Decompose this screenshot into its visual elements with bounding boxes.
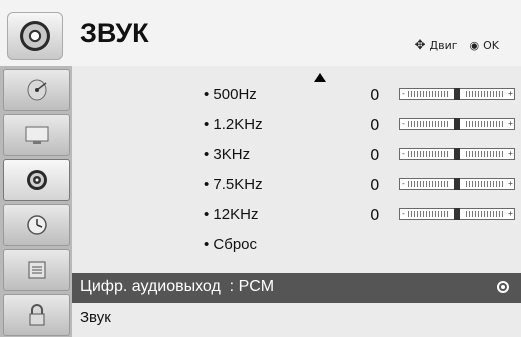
- sidebar-item-channels[interactable]: [3, 69, 70, 111]
- slider-minus-label: -: [401, 209, 406, 218]
- ok-dot-icon: ◉: [469, 39, 480, 52]
- eq-band-label: • 12KHz: [204, 206, 259, 223]
- page-title: ЗВУК: [80, 18, 149, 48]
- move-arrows-icon: ✥: [414, 38, 426, 53]
- eq-reset-label: • Сброс: [204, 236, 258, 253]
- speaker-icon: [26, 170, 47, 190]
- eq-band-row[interactable]: • 1.2KHz 0 - +: [72, 110, 521, 140]
- menu-item-sound[interactable]: Звук: [72, 303, 521, 337]
- eq-band-row[interactable]: • 3KHz 0 - +: [72, 140, 521, 170]
- slider-knob[interactable]: [454, 148, 460, 160]
- slider-minus-label: -: [401, 89, 406, 98]
- slider-knob[interactable]: [454, 88, 460, 100]
- sidebar-item-picture[interactable]: [3, 114, 70, 156]
- eq-band-value: 0: [370, 116, 380, 134]
- slider-minus-label: -: [401, 149, 406, 158]
- category-sidebar: [0, 66, 72, 337]
- eq-band-row[interactable]: • 500Hz 0 - +: [72, 80, 521, 110]
- clock-icon: [26, 215, 47, 235]
- move-hint-label: Двиг: [429, 39, 458, 52]
- slider-plus-label: +: [508, 119, 513, 128]
- menu-item-digital-audio-out[interactable]: Цифр. аудиовыход : PCM: [72, 273, 521, 303]
- eq-band-slider[interactable]: - +: [399, 178, 515, 190]
- eq-reset-row[interactable]: • Сброс: [72, 230, 521, 260]
- sound-item-label: Звук: [80, 309, 111, 326]
- sidebar-item-options[interactable]: [3, 249, 70, 291]
- eq-band-slider[interactable]: - +: [399, 88, 515, 100]
- eq-band-value: 0: [370, 146, 380, 164]
- eq-band-row[interactable]: • 12KHz 0 - +: [72, 200, 521, 230]
- eq-band-label: • 7.5KHz: [204, 176, 263, 193]
- eq-band-slider[interactable]: - +: [399, 148, 515, 160]
- ok-hint-label: OK: [483, 39, 499, 52]
- lock-icon: [29, 304, 44, 326]
- options-icon: [28, 261, 45, 279]
- eq-band-label: • 1.2KHz: [204, 116, 263, 133]
- sidebar-item-lock[interactable]: [3, 294, 70, 336]
- slider-knob[interactable]: [454, 178, 460, 190]
- slider-plus-label: +: [508, 149, 513, 158]
- menu-header: ЗВУК ✥ Двиг ◉ OK: [0, 0, 521, 66]
- sidebar-item-time[interactable]: [3, 204, 70, 246]
- eq-band-value: 0: [370, 176, 380, 194]
- ok-dot-icon: [497, 281, 509, 293]
- eq-band-slider[interactable]: - +: [399, 118, 515, 130]
- slider-plus-label: +: [508, 209, 513, 218]
- slider-plus-label: +: [508, 179, 513, 188]
- eq-band-value: 0: [370, 86, 380, 104]
- slider-knob[interactable]: [454, 118, 460, 130]
- slider-minus-label: -: [401, 179, 406, 188]
- digital-audio-out-label: Цифр. аудиовыход : PCM: [80, 278, 275, 295]
- sidebar-item-sound[interactable]: [3, 159, 70, 201]
- eq-band-value: 0: [370, 206, 380, 224]
- eq-band-row[interactable]: • 7.5KHz 0 - +: [72, 170, 521, 200]
- eq-band-label: • 3KHz: [204, 146, 251, 163]
- eq-band-label: • 500Hz: [204, 86, 257, 103]
- eq-band-slider[interactable]: - +: [399, 208, 515, 220]
- slider-minus-label: -: [401, 119, 406, 128]
- navigation-hint: ✥ Двиг ◉ OK: [415, 38, 499, 53]
- slider-plus-label: +: [508, 89, 513, 98]
- slider-knob[interactable]: [454, 208, 460, 220]
- speaker-icon: [7, 12, 63, 60]
- monitor-icon: [25, 126, 48, 144]
- satellite-icon: [27, 79, 46, 101]
